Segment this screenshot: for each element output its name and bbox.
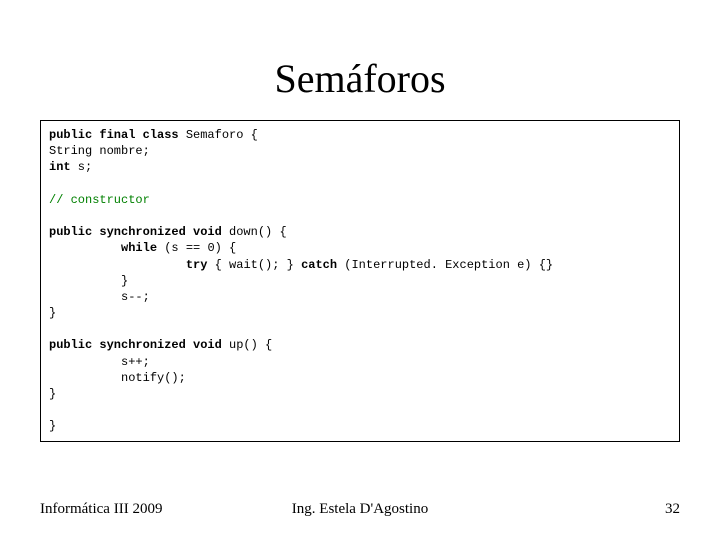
code-kw: catch <box>301 258 337 272</box>
code-text: } <box>49 306 56 320</box>
code-text: s++; <box>49 355 150 369</box>
code-kw: public synchronized void <box>49 338 222 352</box>
code-comment: // constructor <box>49 193 150 207</box>
code-text: s--; <box>49 290 150 304</box>
code-text: (s == 0) { <box>157 241 236 255</box>
code-box: public final class Semaforo { String nom… <box>40 120 680 442</box>
code-kw: while <box>49 241 157 255</box>
code-text: } <box>49 387 56 401</box>
slide-title: Semáforos <box>40 55 680 102</box>
code-kw: int <box>49 160 71 174</box>
code-text: { wait(); } <box>207 258 301 272</box>
code-text: } <box>49 274 128 288</box>
code-text: down() { <box>222 225 287 239</box>
footer: Ing. Estela D'Agostino Informática III 2… <box>40 501 680 518</box>
code-text: Semaforo { <box>179 128 258 142</box>
code-kw: public final class <box>49 128 179 142</box>
code-text: up() { <box>222 338 272 352</box>
code-text: String nombre; <box>49 144 150 158</box>
footer-center: Ing. Estela D'Agostino <box>40 501 680 518</box>
code-text: notify(); <box>49 371 186 385</box>
code-text: s; <box>71 160 93 174</box>
code-kw: public synchronized void <box>49 225 222 239</box>
slide: Semáforos public final class Semaforo { … <box>0 0 720 540</box>
code-kw: try <box>49 258 207 272</box>
code-text: } <box>49 419 56 433</box>
code-text: (Interrupted. Exception e) {} <box>337 258 553 272</box>
